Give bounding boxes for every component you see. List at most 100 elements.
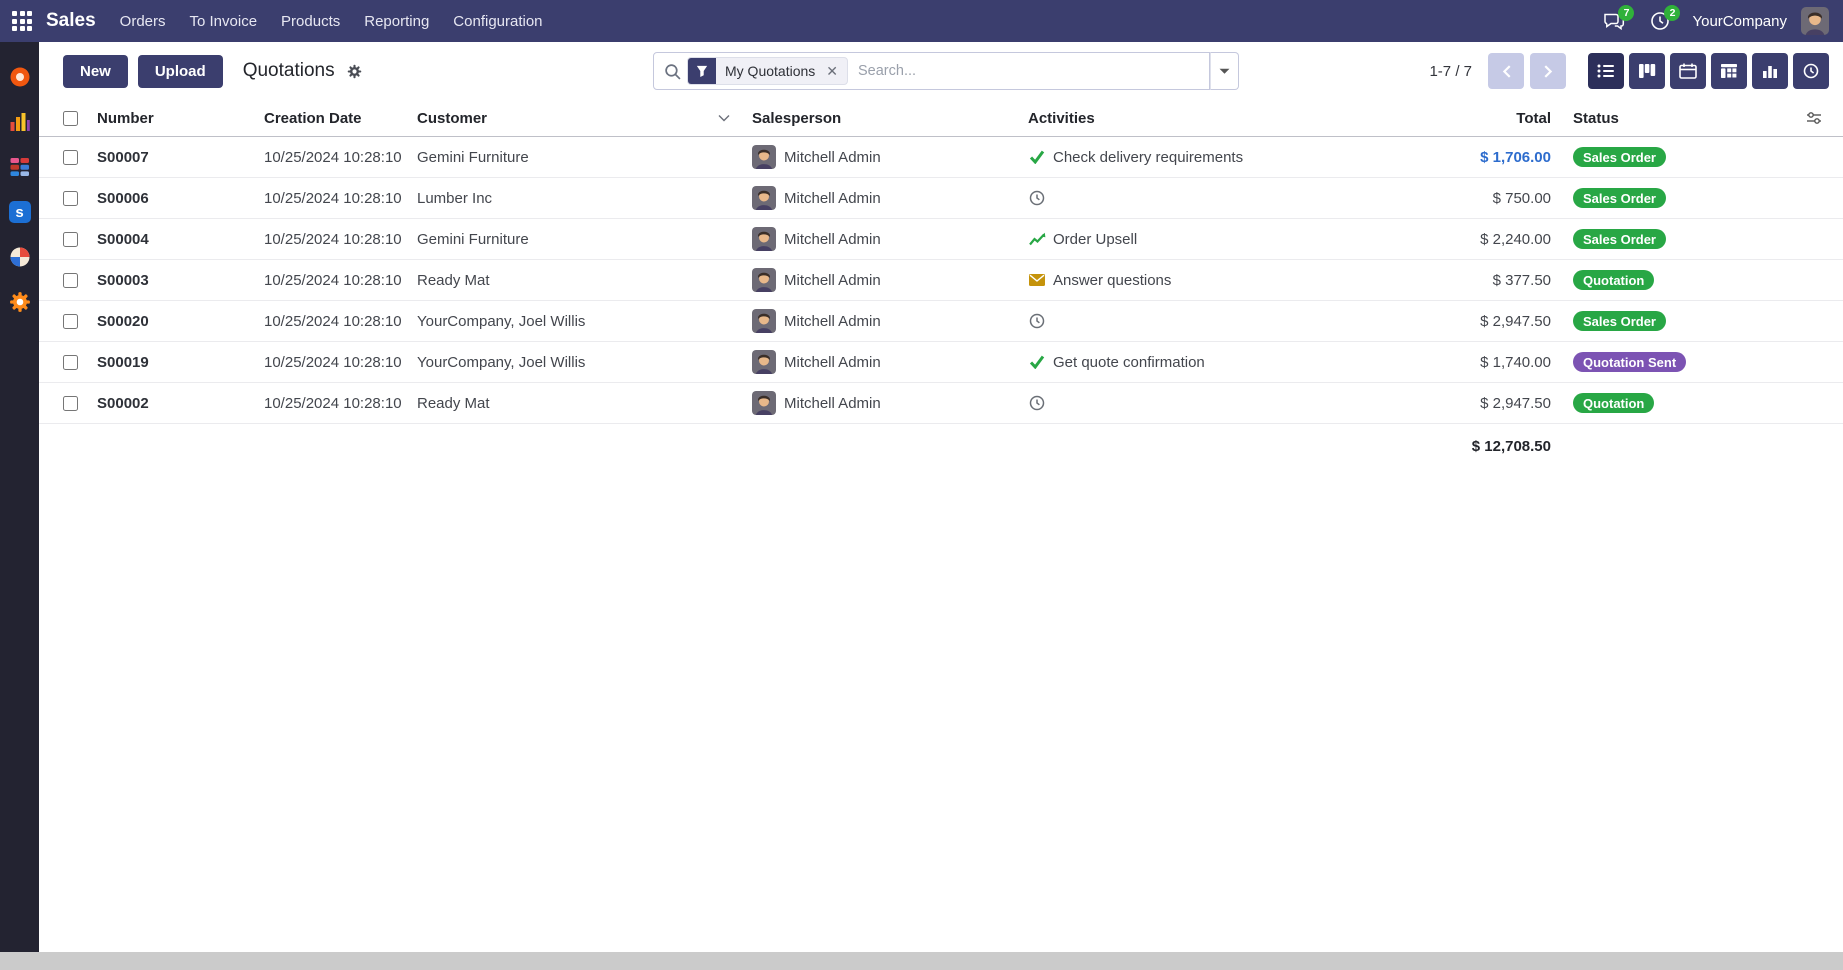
row-customer[interactable]: Gemini Furniture bbox=[417, 231, 752, 248]
menu-item-reporting[interactable]: Reporting bbox=[352, 0, 441, 42]
row-salesperson-cell[interactable]: Mitchell Admin bbox=[752, 268, 1028, 292]
calendar-view-button[interactable] bbox=[1670, 53, 1706, 89]
row-number[interactable]: S00002 bbox=[97, 395, 264, 412]
row-salesperson-cell[interactable]: Mitchell Admin bbox=[752, 391, 1028, 415]
kanban-view-button[interactable] bbox=[1629, 53, 1665, 89]
menu-item-orders[interactable]: Orders bbox=[108, 0, 178, 42]
list-view-button[interactable] bbox=[1588, 53, 1624, 89]
row-number[interactable]: S00006 bbox=[97, 190, 264, 207]
activity-label: Answer questions bbox=[1053, 272, 1171, 289]
row-customer[interactable]: Gemini Furniture bbox=[417, 149, 752, 166]
row-number[interactable]: S00004 bbox=[97, 231, 264, 248]
messages-button[interactable]: 7 bbox=[1596, 3, 1632, 39]
gear-app-icon[interactable] bbox=[9, 291, 31, 313]
table-row[interactable]: S00003 10/25/2024 10:28:10 Ready Mat Mit… bbox=[39, 260, 1843, 301]
pager-previous-button[interactable] bbox=[1488, 53, 1524, 89]
header-salesperson[interactable]: Salesperson bbox=[752, 110, 1028, 127]
row-activity-cell[interactable] bbox=[1028, 313, 1381, 329]
select-all-checkbox[interactable] bbox=[63, 111, 78, 126]
row-creation-date[interactable]: 10/25/2024 10:28:10 bbox=[264, 395, 417, 412]
row-activity-cell[interactable] bbox=[1028, 395, 1381, 411]
row-number[interactable]: S00003 bbox=[97, 272, 264, 289]
header-activities[interactable]: Activities bbox=[1028, 110, 1381, 127]
row-salesperson-cell[interactable]: Mitchell Admin bbox=[752, 227, 1028, 251]
header-customer[interactable]: Customer bbox=[417, 110, 752, 127]
table-row[interactable]: S00006 10/25/2024 10:28:10 Lumber Inc Mi… bbox=[39, 178, 1843, 219]
row-customer[interactable]: YourCompany, Joel Willis bbox=[417, 313, 752, 330]
table-row[interactable]: S00002 10/25/2024 10:28:10 Ready Mat Mit… bbox=[39, 383, 1843, 424]
row-activity-cell[interactable]: Answer questions bbox=[1028, 272, 1381, 289]
app-rail: s bbox=[0, 42, 39, 952]
orange-ring-app-icon[interactable] bbox=[9, 66, 31, 88]
optional-columns-icon[interactable] bbox=[1806, 111, 1822, 125]
header-creation-date[interactable]: Creation Date bbox=[264, 110, 417, 127]
row-salesperson-cell[interactable]: Mitchell Admin bbox=[752, 309, 1028, 333]
user-avatar[interactable] bbox=[1801, 7, 1829, 35]
row-creation-date[interactable]: 10/25/2024 10:28:10 bbox=[264, 354, 417, 371]
row-customer[interactable]: Ready Mat bbox=[417, 272, 752, 289]
activities-button[interactable]: 2 bbox=[1642, 3, 1678, 39]
row-checkbox[interactable] bbox=[63, 355, 78, 370]
row-activity-cell[interactable]: Check delivery requirements bbox=[1028, 149, 1381, 166]
menu-item-to-invoice[interactable]: To Invoice bbox=[178, 0, 270, 42]
activity-view-button[interactable] bbox=[1793, 53, 1829, 89]
table-row[interactable]: S00007 10/25/2024 10:28:10 Gemini Furnit… bbox=[39, 137, 1843, 178]
header-total[interactable]: Total bbox=[1381, 110, 1561, 127]
row-status-cell: Quotation Sent bbox=[1561, 352, 1795, 372]
row-number[interactable]: S00020 bbox=[97, 313, 264, 330]
row-total: $ 377.50 bbox=[1381, 272, 1561, 289]
row-creation-date[interactable]: 10/25/2024 10:28:10 bbox=[264, 272, 417, 289]
row-checkbox[interactable] bbox=[63, 396, 78, 411]
remove-facet-button[interactable]: ✕ bbox=[824, 63, 847, 80]
row-creation-date[interactable]: 10/25/2024 10:28:10 bbox=[264, 313, 417, 330]
search-options-caret[interactable] bbox=[1210, 52, 1239, 90]
row-checkbox[interactable] bbox=[63, 191, 78, 206]
graph-view-button[interactable] bbox=[1752, 53, 1788, 89]
upload-button[interactable]: Upload bbox=[138, 55, 223, 88]
row-salesperson-cell[interactable]: Mitchell Admin bbox=[752, 186, 1028, 210]
row-customer[interactable]: YourCompany, Joel Willis bbox=[417, 354, 752, 371]
row-activity-cell[interactable]: Get quote confirmation bbox=[1028, 354, 1381, 371]
row-salesperson-cell[interactable]: Mitchell Admin bbox=[752, 145, 1028, 169]
menu-item-configuration[interactable]: Configuration bbox=[441, 0, 554, 42]
row-number[interactable]: S00019 bbox=[97, 354, 264, 371]
row-activity-cell[interactable]: Order Upsell bbox=[1028, 231, 1381, 248]
row-number[interactable]: S00007 bbox=[97, 149, 264, 166]
table-row[interactable]: S00004 10/25/2024 10:28:10 Gemini Furnit… bbox=[39, 219, 1843, 260]
colored-grid-app-icon[interactable] bbox=[9, 156, 31, 178]
row-salesperson-cell[interactable]: Mitchell Admin bbox=[752, 350, 1028, 374]
pager-next-button[interactable] bbox=[1530, 53, 1566, 89]
header-number[interactable]: Number bbox=[97, 110, 264, 127]
row-customer[interactable]: Ready Mat bbox=[417, 395, 752, 412]
row-creation-date[interactable]: 10/25/2024 10:28:10 bbox=[264, 231, 417, 248]
pivot-view-button[interactable] bbox=[1711, 53, 1747, 89]
table-footer-row: $ 12,708.50 bbox=[39, 424, 1843, 468]
row-customer[interactable]: Lumber Inc bbox=[417, 190, 752, 207]
pie-chart-app-icon[interactable] bbox=[9, 246, 31, 268]
menu-item-products[interactable]: Products bbox=[269, 0, 352, 42]
row-checkbox[interactable] bbox=[63, 150, 78, 165]
table-row[interactable]: S00020 10/25/2024 10:28:10 YourCompany, … bbox=[39, 301, 1843, 342]
header-customer-label: Customer bbox=[417, 110, 487, 127]
row-activity-cell[interactable] bbox=[1028, 190, 1381, 206]
row-checkbox[interactable] bbox=[63, 232, 78, 247]
activities-count-badge: 2 bbox=[1664, 5, 1680, 21]
footer-total: $ 12,708.50 bbox=[1381, 438, 1561, 455]
search-input[interactable] bbox=[848, 63, 1209, 79]
row-checkbox[interactable] bbox=[63, 314, 78, 329]
apps-menu-button[interactable] bbox=[0, 0, 44, 42]
row-creation-date[interactable]: 10/25/2024 10:28:10 bbox=[264, 149, 417, 166]
header-status[interactable]: Status bbox=[1561, 110, 1795, 127]
bar-chart-app-icon[interactable] bbox=[9, 111, 31, 133]
activity-label: Order Upsell bbox=[1053, 231, 1137, 248]
sales-app-icon[interactable]: s bbox=[9, 201, 31, 223]
table-row[interactable]: S00019 10/25/2024 10:28:10 YourCompany, … bbox=[39, 342, 1843, 383]
row-creation-date[interactable]: 10/25/2024 10:28:10 bbox=[264, 190, 417, 207]
action-gear-icon[interactable] bbox=[347, 64, 362, 79]
row-checkbox[interactable] bbox=[63, 273, 78, 288]
company-switcher[interactable]: YourCompany bbox=[1692, 13, 1787, 30]
search-bar[interactable]: My Quotations ✕ bbox=[653, 52, 1210, 90]
row-status-cell: Sales Order bbox=[1561, 229, 1795, 249]
new-button[interactable]: New bbox=[63, 55, 128, 88]
current-app-name[interactable]: Sales bbox=[46, 10, 96, 32]
